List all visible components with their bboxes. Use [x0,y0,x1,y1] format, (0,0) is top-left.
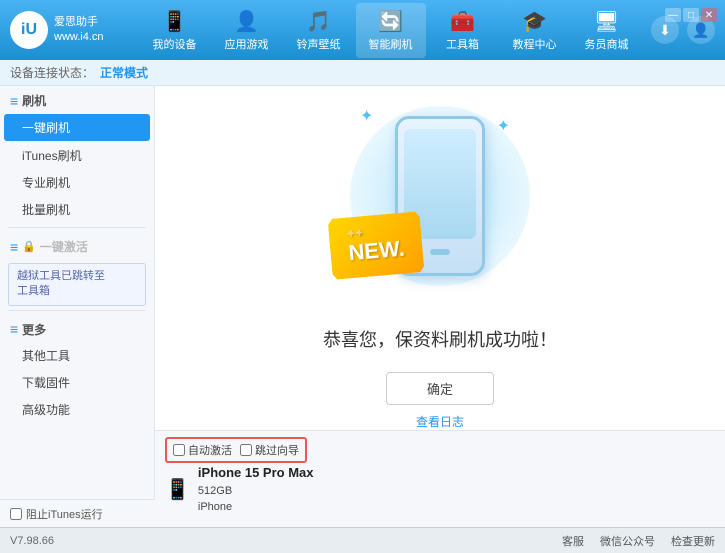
main-nav: 📱 我的设备 👤 应用游戏 🎵 铃声壁纸 🔄 智能刷机 🧰 工具箱 🎓 教程中心… [130,3,651,58]
footer: V7.98.66 客服 微信公众号 检查更新 [0,527,725,553]
activate-section-label: 🔒 一键激活 [22,238,88,255]
activate-section-icon: ≡ [10,239,18,255]
status-bar: 设备连接状态： 正常模式 [0,60,725,86]
footer-link-support[interactable]: 客服 [562,533,584,549]
sidebar-section-activate: ≡ 🔒 一键激活 [0,232,154,259]
auto-activate-checkbox[interactable] [173,444,185,456]
success-message: 恭喜您，保资料刷机成功啦！ [323,326,557,352]
logo-area: iU 爱思助手 www.i4.cn [10,11,130,49]
toolbox-icon: 🧰 [450,9,475,34]
footer-version: V7.98.66 [10,535,54,547]
sidebar-section-flash: ≡ 刷机 [0,86,154,113]
sidebar-item-batch-flash[interactable]: 批量刷机 [0,196,154,223]
nav-smart-flash[interactable]: 🔄 智能刷机 [356,3,426,58]
sidebar: ≡ 刷机 一键刷机 iTunes刷机 专业刷机 批量刷机 ≡ 🔒 一键激活 越狱… [0,86,155,499]
device-name: iPhone 15 Pro Max [198,463,314,483]
maximize-button[interactable]: □ [683,8,699,22]
device-details: iPhone 15 Pro Max 512GB iPhone [198,463,314,516]
service-icon: 🖥 [594,9,619,34]
sparkle-icon-tl: ✦ [360,106,373,126]
sidebar-item-other-tools[interactable]: 其他工具 [0,342,154,369]
auto-activate-label: 自动激活 [188,442,232,458]
auto-activate-checkbox-item: 自动激活 [173,442,232,458]
new-badge-text: NEW. [347,236,405,267]
nav-tutorials[interactable]: 🎓 教程中心 [500,3,570,58]
quick-guide-label: 跳过向导 [255,442,299,458]
smart-flash-icon: 🔄 [378,9,403,34]
sidebar-divider-1 [8,227,146,228]
more-section-icon: ≡ [10,321,18,337]
nav-apps-games[interactable]: 👤 应用游戏 [212,3,282,58]
device-checkboxes: 自动激活 跳过向导 [165,437,307,463]
sidebar-item-one-key-flash[interactable]: 一键刷机 [4,114,150,141]
new-badge: ✦✦ NEW. [328,211,425,280]
device-bar: 自动激活 跳过向导 📱 iPhone 15 Pro Max 512GB iPho… [155,430,725,510]
sidebar-jailbreak-note: 越狱工具已跳转至 工具箱 [8,263,146,306]
sparkle-icon-tr: ✦ [497,116,510,136]
device-phone-icon: 📱 [165,477,190,502]
close-button[interactable]: ✕ [701,8,717,22]
content-main: ✦ ✦ ✦✦ NEW. 恭喜您，保资料刷机成功啦！ 确定 查看日志 [155,86,725,430]
device-storage: 512GB [198,483,314,500]
status-label: 设备连接状态： [10,64,94,81]
nav-my-device[interactable]: 📱 我的设备 [140,3,210,58]
device-type: iPhone [198,499,314,516]
footer-links: 客服 微信公众号 检查更新 [562,533,715,549]
logo-text: 爱思助手 www.i4.cn [54,15,104,46]
quick-guide-checkbox[interactable] [240,444,252,456]
sidebar-item-download-firmware[interactable]: 下载固件 [0,369,154,396]
sidebar-divider-2 [8,310,146,311]
nav-ringtones[interactable]: 🎵 铃声壁纸 [284,3,354,58]
sidebar-section-more: ≡ 更多 [0,315,154,342]
window-controls: — □ ✕ [665,8,717,22]
logo-icon: iU [10,11,48,49]
minimize-button[interactable]: — [665,8,681,22]
footer-link-wechat[interactable]: 微信公众号 [600,533,655,549]
status-value: 正常模式 [100,64,148,81]
nav-toolbox[interactable]: 🧰 工具箱 [428,3,498,58]
ringtones-icon: 🎵 [306,9,331,34]
sidebar-item-advanced[interactable]: 高级功能 [0,396,154,423]
apps-icon: 👤 [234,9,259,34]
device-info: 📱 iPhone 15 Pro Max 512GB iPhone [165,463,715,516]
block-itunes-checkbox[interactable] [10,508,22,520]
tutorials-icon: 🎓 [522,9,547,34]
sidebar-item-pro-flash[interactable]: 专业刷机 [0,169,154,196]
view-log-link[interactable]: 查看日志 [416,413,464,430]
phone-illustration: ✦ ✦ ✦✦ NEW. [340,86,540,306]
quick-guide-checkbox-item: 跳过向导 [240,442,299,458]
footer-link-update[interactable]: 检查更新 [671,533,715,549]
sidebar-item-itunes-flash[interactable]: iTunes刷机 [0,142,154,169]
more-section-label: 更多 [22,321,46,338]
my-device-icon: 📱 [162,9,187,34]
phone-home-button [430,249,450,255]
block-itunes-label: 阻止iTunes运行 [26,506,103,522]
flash-section-icon: ≡ [10,93,18,109]
center-panel: ✦ ✦ ✦✦ NEW. 恭喜您，保资料刷机成功啦！ 确定 查看日志 自动激活 [155,86,725,499]
nav-service[interactable]: 🖥 务员商城 [572,3,642,58]
flash-section-label: 刷机 [22,92,46,109]
confirm-button[interactable]: 确定 [386,372,494,405]
